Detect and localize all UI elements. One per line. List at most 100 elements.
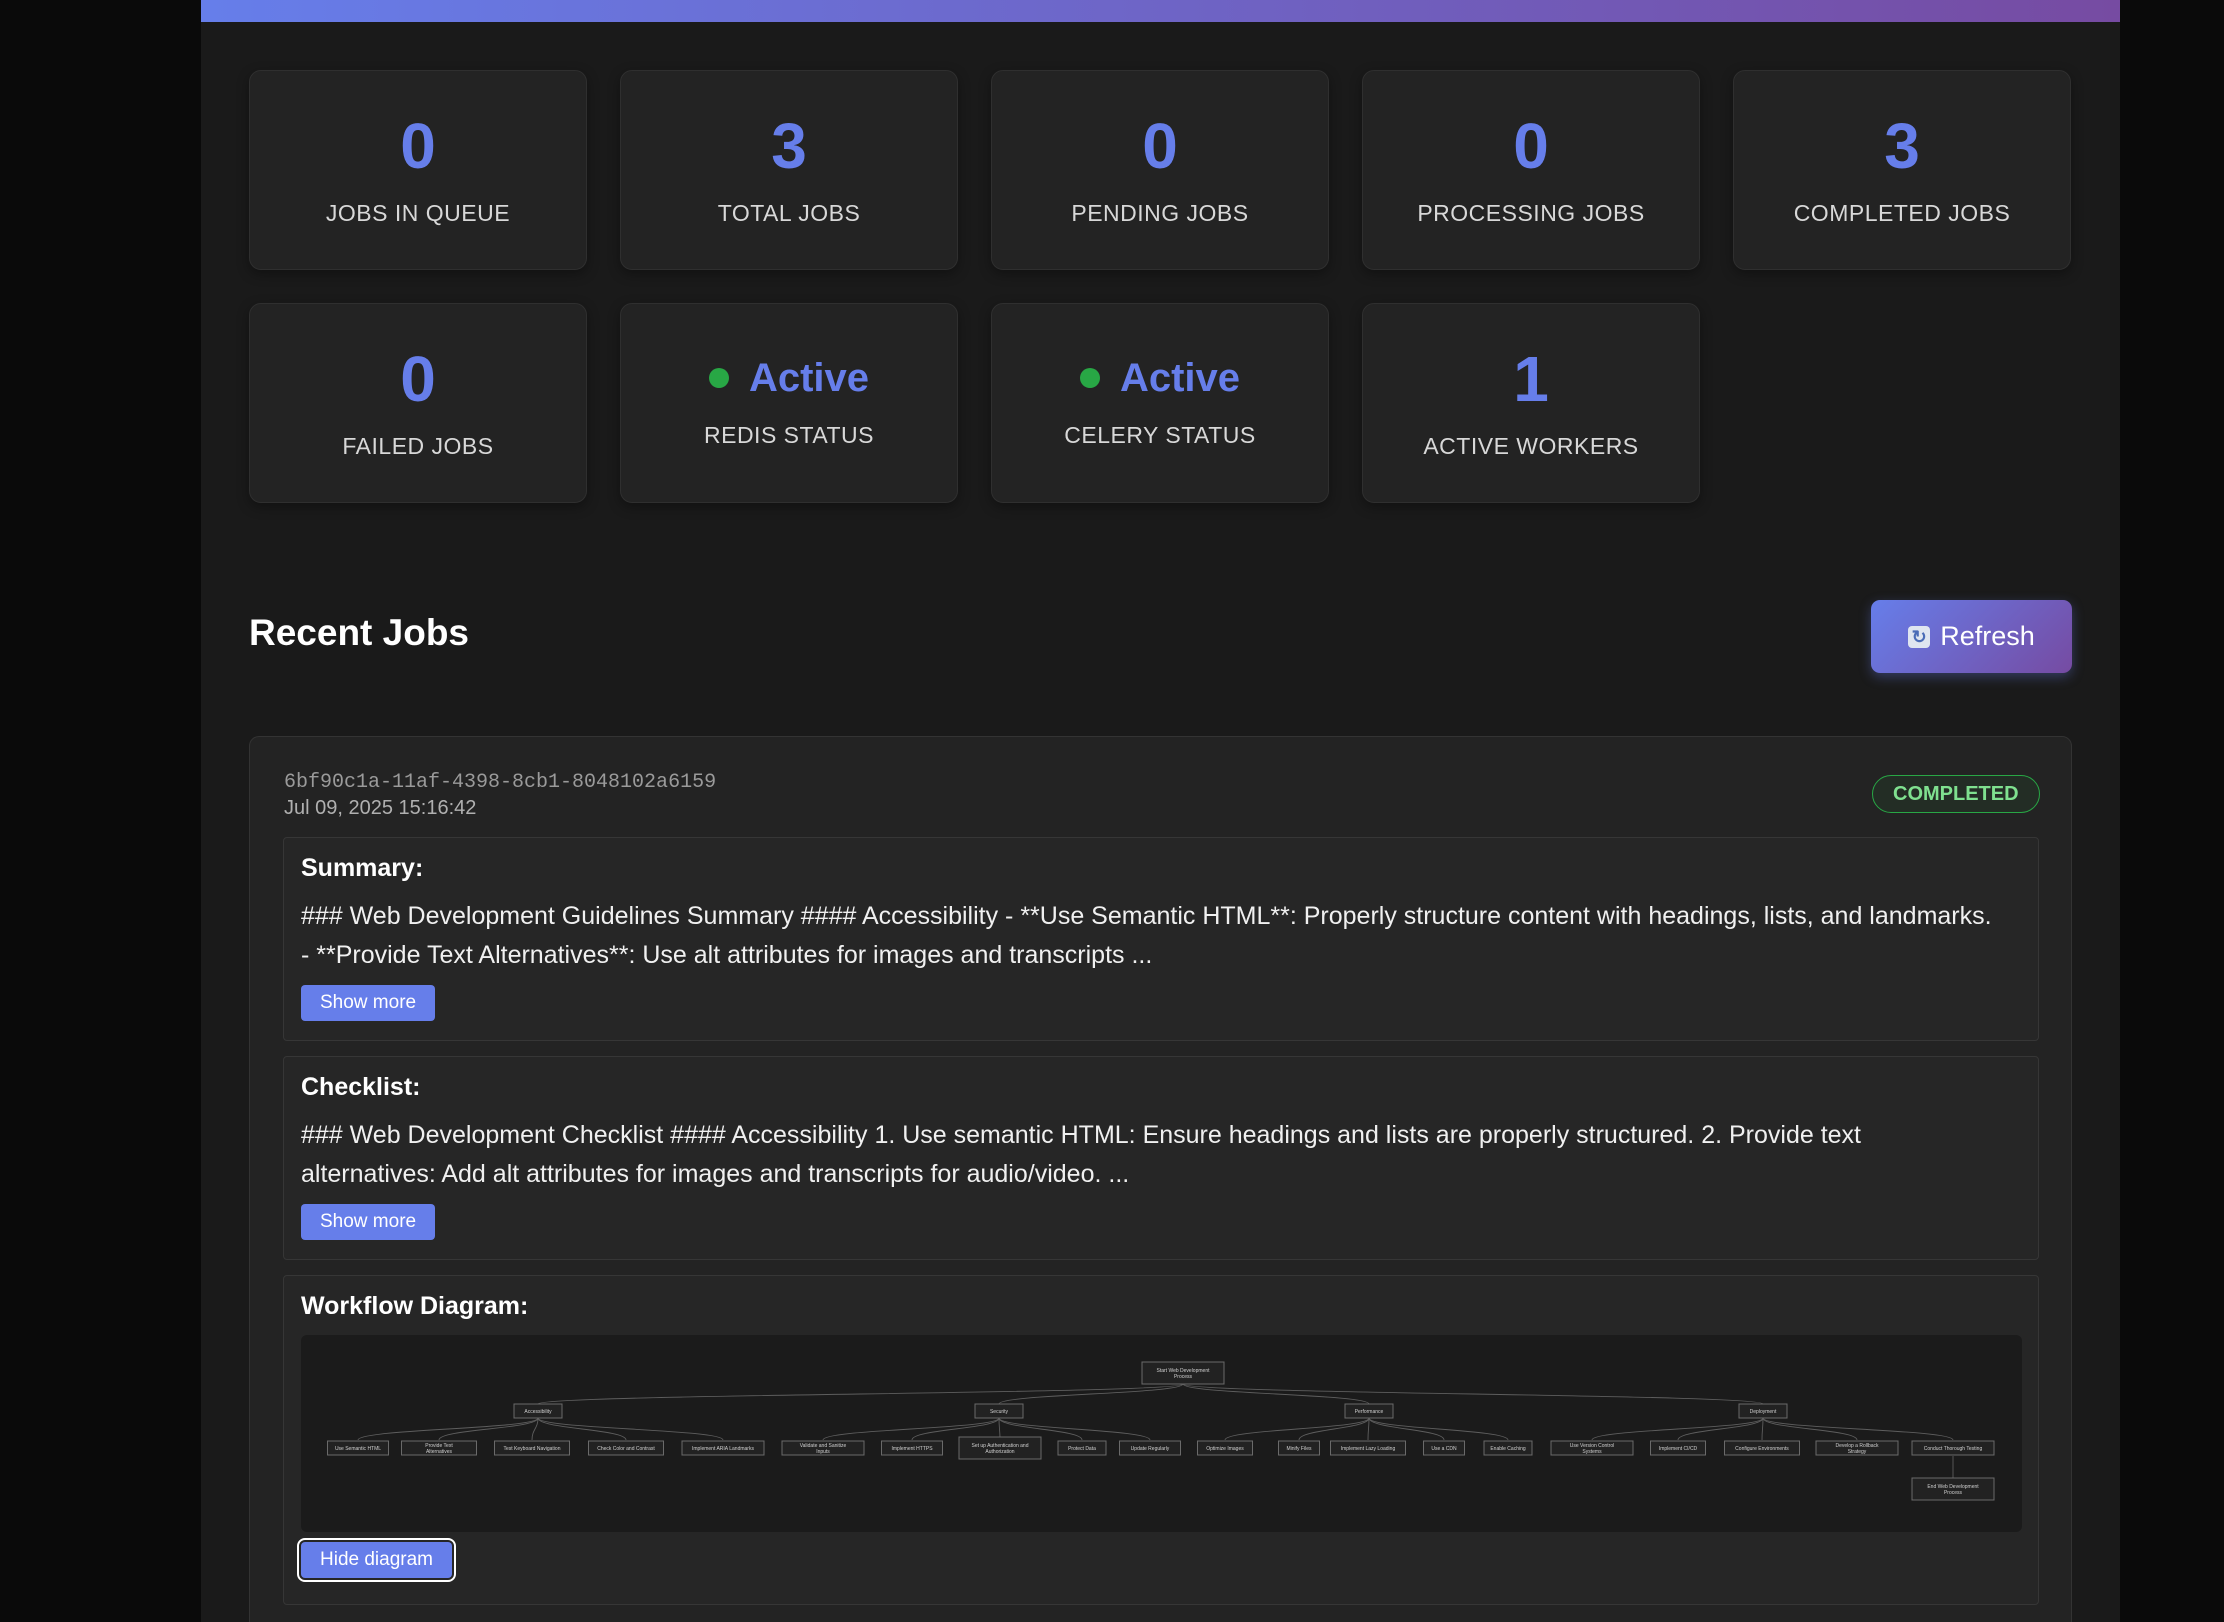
diagram-node-label: Systems xyxy=(1582,1449,1602,1455)
refresh-button[interactable]: ↻ Refresh xyxy=(1871,600,2072,673)
workflow-diagram-svg: Start Web DevelopmentProcess Accessibilit… xyxy=(327,1361,1995,1501)
stat-label: Jobs in Queue xyxy=(325,199,511,226)
recent-jobs-title: Recent Jobs xyxy=(249,612,470,653)
diagram-item-node: Develop a RollbackStrategy xyxy=(1815,1440,1899,1456)
stat-label: Processing Jobs xyxy=(1417,199,1645,226)
diagram-item-node: Optimize Images xyxy=(1197,1440,1253,1456)
diagram-root-node: Start Web DevelopmentProcess xyxy=(1141,1361,1225,1385)
diagram-node-label: Process xyxy=(1174,1374,1193,1380)
stat-card-active-workers: 1 Active Workers xyxy=(1362,303,1700,503)
job-card: 6bf90c1a-11af-4398-8cb1-8048102a6159 Jul… xyxy=(249,736,2072,1622)
diagram-node-label: Minify Files xyxy=(1286,1446,1312,1452)
diagram-node-label: Enable Caching xyxy=(1490,1446,1526,1452)
stat-label: Active Workers xyxy=(1423,432,1639,459)
stat-value: 3 xyxy=(771,109,807,182)
diagram-node-label: Performance xyxy=(1355,1409,1384,1415)
header-gradient-bar xyxy=(201,0,2120,22)
diagram-edge xyxy=(1677,1417,1764,1441)
diagram-node-label: Configure Environments xyxy=(1735,1446,1789,1452)
diagram-edge xyxy=(1224,1417,1370,1441)
diagram-item-node: Conduct Thorough Testing xyxy=(1911,1440,1995,1456)
diagram-group-node: Accessibility xyxy=(513,1403,563,1419)
stat-card-celery-status: Active Celery Status xyxy=(991,303,1329,503)
stat-value: 3 xyxy=(1884,109,1920,182)
diagram-node-label: Deployment xyxy=(1750,1409,1777,1415)
stat-label: Pending Jobs xyxy=(1071,199,1249,226)
status-dot-icon xyxy=(708,367,729,388)
diagram-node-label: Inputs xyxy=(816,1449,830,1455)
workflow-diagram[interactable]: Start Web Development Process Accessibilit… xyxy=(301,1335,2022,1532)
stat-card-pending-jobs: 0 Pending Jobs xyxy=(991,70,1329,270)
stat-value: 0 xyxy=(1513,109,1549,182)
diagram-edge xyxy=(1298,1417,1370,1441)
diagram-item-node: Protect Data xyxy=(1057,1440,1107,1456)
stat-value: 1 xyxy=(1513,342,1549,415)
stat-value: Active xyxy=(708,355,870,400)
diagram-group-node: Performance xyxy=(1344,1403,1394,1419)
diagram-node-label: Implement ARIA Landmarks xyxy=(692,1446,754,1452)
diagram-node-label: Security xyxy=(990,1409,1009,1415)
diagram-node-label: Process xyxy=(1944,1490,1963,1496)
diagram-group-node: Security xyxy=(974,1403,1024,1419)
stat-label: Redis Status xyxy=(704,421,874,448)
stat-card-completed-jobs: 3 Completed Jobs xyxy=(1733,70,2071,270)
diagram-item-node: Validate and SanitizeInputs xyxy=(781,1440,865,1456)
stats-grid: 0 Jobs in Queue 3 Total Jobs 0 Pending J… xyxy=(249,70,2072,503)
dashboard-container: 0 Jobs in Queue 3 Total Jobs 0 Pending J… xyxy=(201,0,2120,1622)
stat-value: 0 xyxy=(400,109,436,182)
diagram-edge xyxy=(1761,1417,1764,1441)
diagram-edge xyxy=(1762,1417,1858,1441)
stat-card-redis-status: Active Redis Status xyxy=(620,303,958,503)
refresh-label: Refresh xyxy=(1940,621,2035,651)
diagram-node-label: Protect Data xyxy=(1068,1446,1096,1452)
checklist-panel: Checklist: ### Web Development Checklist… xyxy=(283,1056,2039,1260)
diagram-edge xyxy=(537,1417,724,1441)
stat-label: Completed Jobs xyxy=(1793,199,2011,226)
checklist-text: ### Web Development Checklist #### Acces… xyxy=(301,1121,1861,1188)
diagram-edge xyxy=(1591,1417,1764,1441)
diagram-edge xyxy=(537,1417,627,1441)
stat-value: 0 xyxy=(1142,109,1178,182)
stat-value: Active xyxy=(1079,358,1240,398)
diagram-edge xyxy=(1182,1383,1370,1405)
diagram-group-node: Deployment xyxy=(1738,1403,1788,1419)
stat-label: Total Jobs xyxy=(717,199,861,226)
diagram-edge xyxy=(1368,1417,1445,1441)
diagram-node-label: Strategy xyxy=(1848,1449,1867,1455)
diagram-node-label: Alternatives xyxy=(426,1449,453,1455)
stat-label: Celery Status xyxy=(1064,421,1256,448)
diagram-node-label: Implement Lazy Loading xyxy=(1341,1446,1396,1452)
diagram-node-label: Accessibility xyxy=(524,1409,552,1415)
stat-card-total-jobs: 3 Total Jobs xyxy=(620,70,958,270)
diagram-node-label: Authorization xyxy=(985,1449,1014,1455)
status-text: Active xyxy=(748,355,870,400)
diagram-node-label: Check Color and Contrast xyxy=(597,1446,655,1452)
diagram-item-node: Minify Files xyxy=(1278,1440,1320,1456)
diagram-item-node: Configure Environments xyxy=(1724,1440,1800,1456)
status-dot-icon xyxy=(1079,367,1100,388)
diagram-item-node: Use Version ControlSystems xyxy=(1550,1440,1634,1456)
diagram-item-node: Implement CI/CD xyxy=(1650,1440,1706,1456)
diagram-item-node: Test Keyboard Navigation xyxy=(494,1440,570,1456)
diagram-item-node: Update Regularly xyxy=(1119,1440,1181,1456)
stat-card-jobs-in-queue: 0 Jobs in Queue xyxy=(249,70,587,270)
diagram-edge xyxy=(1762,1417,1954,1441)
diagram-item-node: Implement HTTPS xyxy=(881,1440,943,1456)
diagram-node-label: Update Regularly xyxy=(1131,1446,1170,1452)
summary-panel: Summary: ### Web Development Guidelines … xyxy=(283,837,2039,1041)
diagram-item-node: Implement Lazy Loading xyxy=(1330,1440,1406,1456)
diagram-item-node: Check Color and Contrast xyxy=(588,1440,664,1456)
job-timestamp: Jul 09, 2025 15:16:42 xyxy=(284,797,477,819)
diagram-node-label: Use Semantic HTML xyxy=(335,1446,381,1452)
summary-show-more-button[interactable]: Show more xyxy=(301,985,436,1021)
diagram-item-node: Implement ARIA Landmarks xyxy=(681,1440,765,1456)
diagram-item-node: Use a CDN xyxy=(1423,1440,1465,1456)
hide-diagram-button[interactable]: Hide diagram xyxy=(297,1538,456,1582)
summary-text: ### Web Development Guidelines Summary #… xyxy=(301,902,1992,969)
diagram-node-label: Use a CDN xyxy=(1431,1446,1457,1452)
diagram-item-node: Set up Authentication andAuthorization xyxy=(958,1436,1042,1460)
stat-label: Failed Jobs xyxy=(342,432,494,459)
checklist-title: Checklist: xyxy=(301,1073,421,1101)
checklist-show-more-button[interactable]: Show more xyxy=(301,1204,436,1240)
stat-card-failed-jobs: 0 Failed Jobs xyxy=(249,303,587,503)
